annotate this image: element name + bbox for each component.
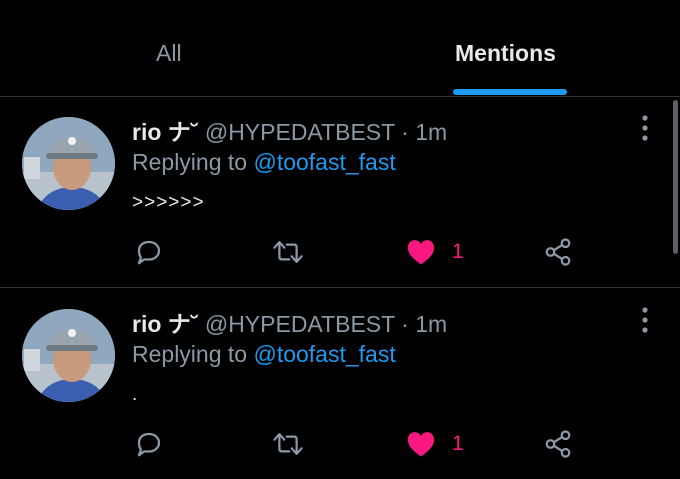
share-icon: [545, 238, 571, 266]
like-count: 1: [452, 432, 464, 455]
like-button[interactable]: 1: [406, 235, 464, 269]
reply-icon: [137, 240, 161, 265]
timestamp[interactable]: · 1m: [401, 119, 447, 145]
display-name[interactable]: rio ナ˘: [132, 119, 198, 145]
more-icon[interactable]: [638, 115, 652, 141]
mention-link[interactable]: @toofast_fast: [253, 341, 395, 367]
avatar[interactable]: [22, 309, 115, 402]
tab-bar: All Mentions: [0, 0, 680, 97]
display-name[interactable]: rio ナ˘: [132, 311, 198, 337]
retweet-icon: [273, 241, 303, 263]
like-button[interactable]: 1: [406, 427, 464, 461]
reply-button[interactable]: [134, 427, 164, 461]
share-icon: [545, 430, 571, 458]
share-button[interactable]: [543, 235, 573, 269]
tab-mentions[interactable]: Mentions: [455, 40, 556, 67]
replying-prefix: Replying to: [132, 149, 248, 175]
retweet-icon: [273, 433, 303, 455]
heart-icon: [407, 240, 435, 265]
replying-to: Replying to @toofast_fast: [132, 341, 396, 368]
heart-icon: [407, 432, 435, 457]
avatar[interactable]: [22, 117, 115, 210]
tweet-text: .: [132, 384, 139, 405]
replying-to: Replying to @toofast_fast: [132, 149, 396, 176]
tweet-header: rio ナ˘ @HYPEDATBEST · 1m: [132, 305, 447, 339]
reply-button[interactable]: [134, 235, 164, 269]
tweet[interactable]: rio ナ˘ @HYPEDATBEST · 1m Replying to @to…: [0, 289, 680, 479]
handle[interactable]: @HYPEDATBEST: [205, 119, 395, 145]
retweet-button[interactable]: [272, 235, 304, 269]
more-icon[interactable]: [638, 307, 652, 333]
reply-icon: [137, 432, 161, 457]
share-button[interactable]: [543, 427, 573, 461]
tweet[interactable]: rio ナ˘ @HYPEDATBEST · 1m Replying to @to…: [0, 97, 680, 288]
tab-all[interactable]: All: [156, 40, 182, 67]
tweet-text: >>>>>>: [132, 192, 205, 213]
timestamp[interactable]: · 1m: [401, 311, 447, 337]
replying-prefix: Replying to: [132, 341, 248, 367]
tab-indicator: [453, 89, 567, 95]
mention-link[interactable]: @toofast_fast: [253, 149, 395, 175]
handle[interactable]: @HYPEDATBEST: [205, 311, 395, 337]
retweet-button[interactable]: [272, 427, 304, 461]
like-count: 1: [452, 240, 464, 263]
tweet-header: rio ナ˘ @HYPEDATBEST · 1m: [132, 113, 447, 147]
